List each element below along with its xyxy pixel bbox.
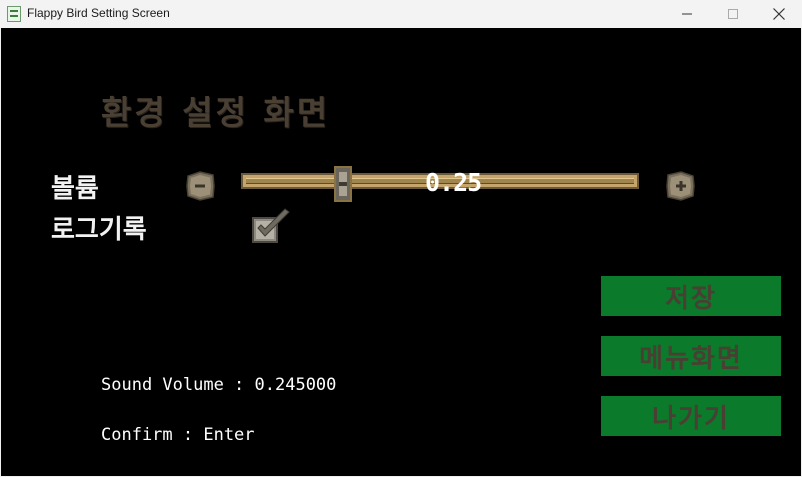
- sound-volume-readout: Sound Volume : 0.245000: [101, 375, 337, 395]
- window-title: Flappy Bird Setting Screen: [27, 6, 170, 20]
- settings-title: 환경 설정 화면: [101, 93, 331, 132]
- log-label: 로그기록: [51, 215, 147, 245]
- volume-increase-button[interactable]: [666, 171, 696, 201]
- minimize-button[interactable]: [664, 0, 710, 28]
- minus-icon: [186, 171, 215, 201]
- plus-icon: [666, 171, 695, 201]
- game-canvas: 환경 설정 화면 볼륨 로그기록 0.25 저장 메뉴화면 나가기 Sound …: [1, 28, 801, 476]
- close-icon: [773, 8, 785, 20]
- maximize-icon: [728, 9, 738, 19]
- app-icon: [7, 6, 21, 22]
- close-button[interactable]: [756, 0, 802, 28]
- volume-decrease-button[interactable]: [185, 171, 215, 201]
- log-checkbox[interactable]: [252, 208, 292, 244]
- volume-slider-thumb[interactable]: [333, 166, 352, 202]
- exit-button[interactable]: 나가기: [601, 396, 781, 436]
- confirm-hint: Confirm : Enter: [101, 425, 255, 445]
- checkmark-icon: [252, 208, 290, 243]
- volume-value: 0.25: [425, 168, 482, 197]
- title-bar[interactable]: Flappy Bird Setting Screen: [0, 0, 802, 28]
- app-window: Flappy Bird Setting Screen 환경 설정 화면 볼륨 로…: [0, 0, 802, 477]
- save-button[interactable]: 저장: [601, 276, 781, 316]
- main-menu-button[interactable]: 메뉴화면: [601, 336, 781, 376]
- volume-label: 볼륨: [51, 174, 99, 204]
- maximize-button[interactable]: [710, 0, 756, 28]
- minimize-icon: [682, 13, 692, 15]
